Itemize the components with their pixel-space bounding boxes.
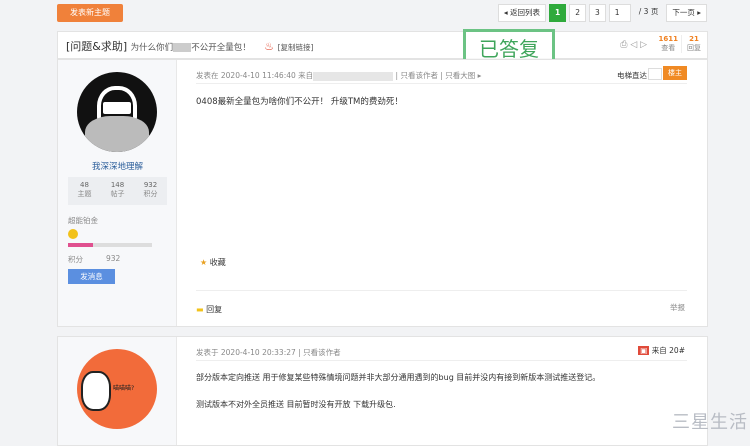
page-input[interactable]: 1	[608, 4, 631, 22]
hot-icon: ♨	[264, 40, 275, 53]
post-body-line: 测试版本不对外全员推送 目前暂时没有开放 下载升级包.	[196, 400, 396, 409]
level-progress	[68, 243, 152, 247]
pagination: ◂ 返回列表 1 2 3 1 / 3 页 下一页 ▸	[497, 4, 707, 22]
star-icon: ★	[200, 258, 208, 267]
level-icon	[68, 229, 78, 239]
username[interactable]: 我深深地理解	[58, 160, 177, 172]
new-topic-button[interactable]: 发表新主题	[57, 4, 123, 22]
title-part: 为什么你们	[130, 43, 174, 53]
thread-header: [问题&求助] 为什么你们 不公开全量包！ ♨ [复制链接] 已答复 ⎙ ◁ ▷ …	[57, 29, 708, 69]
avatar[interactable]	[77, 72, 157, 152]
author-sidebar: 喵喵喵?	[58, 337, 177, 445]
owner-badge: 楼主	[663, 66, 687, 80]
back-to-list-button[interactable]: ◂ 返回列表	[497, 4, 546, 22]
thread-title: [问题&求助] 为什么你们 不公开全量包！ ♨ [复制链接]	[66, 38, 313, 54]
watermark-logo: 三星生活	[672, 412, 748, 433]
avatar[interactable]: 喵喵喵?	[77, 349, 157, 429]
points-label: 积分	[68, 255, 83, 264]
page-total: / 3 页	[638, 7, 659, 16]
title-part: 不公开全量包！	[191, 43, 251, 53]
post-meta: 发表在 2020-4-10 11:46:40 来自 | 只看该作者 | 只看大图…	[196, 71, 482, 81]
author-sidebar: 我深深地理解 48 主题 148 帖子 932 积分 超能铂金 积分 932 发消息	[58, 60, 177, 326]
post-1: 我深深地理解 48 主题 148 帖子 932 积分 超能铂金 积分 932 发消息 …	[57, 59, 708, 327]
elevator-input[interactable]	[648, 68, 662, 80]
source-badge: ▣ 来自 20#	[638, 346, 685, 355]
user-stats: 48 主题 148 帖子 932 积分	[68, 177, 167, 205]
reply-button[interactable]: ▬ 回复	[196, 304, 222, 315]
page-1[interactable]: 1	[548, 4, 567, 22]
post-body-line: 部分版本定向推送 用于修复某些特殊情境问题并非大部分通用遇到的bug 目前并没内…	[196, 373, 601, 382]
points-value: 932	[106, 254, 121, 263]
page-2[interactable]: 2	[569, 4, 586, 22]
report-link[interactable]: 举报	[670, 302, 685, 313]
copy-link[interactable]: [复制链接]	[278, 43, 314, 52]
comment-icon: ▬	[196, 305, 204, 314]
post-body: 0408最新全量包为啥你们不公开！ 升级TM的费劲死！	[196, 97, 403, 107]
views-stat: 1611 查看	[658, 35, 678, 52]
favorite-button[interactable]: ★ 收藏	[200, 257, 226, 268]
thread-tag[interactable]: [问题&求助]	[66, 40, 127, 53]
print-prev-next-icons[interactable]: ⎙ ◁ ▷	[620, 40, 647, 50]
user-level: 超能铂金	[68, 216, 98, 225]
redacted	[173, 42, 192, 52]
only-author-link[interactable]: 只看该作者	[303, 348, 341, 357]
only-image-link[interactable]: 只看大图 ▸	[445, 71, 481, 80]
elevator-label: 电梯直达	[617, 71, 647, 80]
only-author-link[interactable]: 只看该作者	[400, 71, 438, 80]
post-meta: 发表于 2020-4-10 20:33:27 | 只看该作者	[196, 348, 341, 357]
send-message-button[interactable]: 发消息	[68, 269, 115, 284]
next-page-button[interactable]: 下一页 ▸	[666, 4, 707, 22]
post-2: 喵喵喵? 发表于 2020-4-10 20:33:27 | 只看该作者 ▣ 来自…	[57, 336, 708, 446]
replies-stat: 21 回复	[681, 35, 701, 53]
page-3[interactable]: 3	[588, 4, 606, 22]
